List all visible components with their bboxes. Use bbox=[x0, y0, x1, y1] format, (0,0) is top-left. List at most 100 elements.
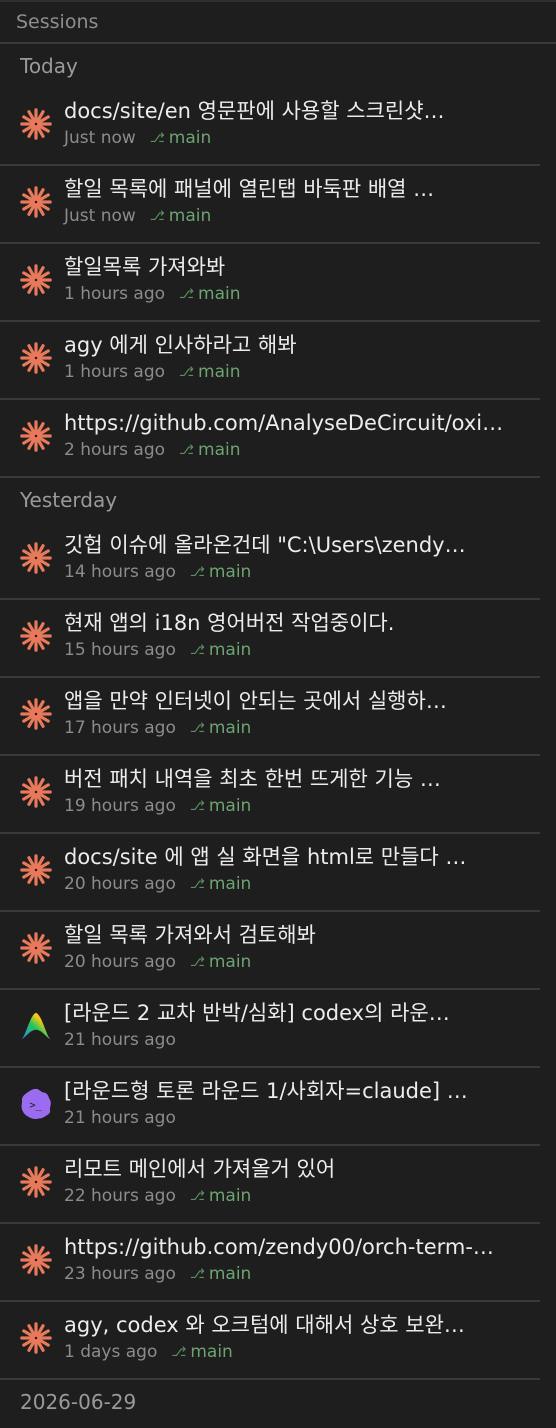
session-meta: 15 hours ago ⎇ main bbox=[64, 640, 251, 660]
branch-badge: ⎇ main bbox=[190, 1264, 251, 1284]
claude-icon bbox=[18, 184, 54, 220]
branch-name: main bbox=[208, 874, 252, 894]
git-branch-icon: ⎇ bbox=[189, 720, 205, 736]
branch-badge: ⎇ main bbox=[190, 796, 251, 816]
session-time: 19 hours ago bbox=[64, 796, 176, 816]
session-title: agy, codex 와 오크텀에 대해서 상호 보완… bbox=[64, 1313, 465, 1337]
claude-icon bbox=[18, 106, 54, 142]
session-item[interactable]: [라운드 2 교차 반박/심화] codex의 라운… 21 hours ago bbox=[0, 990, 540, 1068]
session-title: 버전 패치 내역을 최초 한번 뜨게한 기능 … bbox=[64, 767, 441, 791]
branch-badge: ⎇ main bbox=[150, 128, 211, 148]
claude-icon bbox=[18, 418, 54, 454]
session-time: 21 hours ago bbox=[64, 1030, 176, 1050]
session-title: 앱을 만약 인터넷이 안되는 곳에서 실행하… bbox=[64, 689, 447, 713]
branch-badge: ⎇ main bbox=[190, 562, 251, 582]
session-item[interactable]: >_ [라운드형 토론 라운드 1/사회자=claude] … 21 hours … bbox=[0, 1068, 540, 1146]
session-time: 14 hours ago bbox=[64, 562, 176, 582]
session-title: agy 에게 인사하라고 해봐 bbox=[64, 333, 297, 357]
claude-icon bbox=[18, 618, 54, 654]
branch-name: main bbox=[208, 796, 252, 816]
git-branch-icon: ⎇ bbox=[149, 130, 165, 146]
claude-icon bbox=[18, 852, 54, 888]
claude-icon bbox=[18, 340, 54, 376]
git-branch-icon: ⎇ bbox=[189, 954, 205, 970]
claude-icon bbox=[18, 262, 54, 298]
branch-name: main bbox=[208, 1264, 252, 1284]
git-branch-icon: ⎇ bbox=[189, 564, 205, 580]
session-item[interactable]: 리모트 메인에서 가져올거 있어 22 hours ago ⎇ main bbox=[0, 1146, 540, 1224]
session-item[interactable]: 할일 목록에 패널에 열린탭 바둑판 배열 … Just now ⎇ main bbox=[0, 166, 540, 244]
git-branch-icon: ⎇ bbox=[189, 876, 205, 892]
session-meta: 1 days ago ⎇ main bbox=[64, 1342, 233, 1362]
session-item[interactable]: agy, codex 와 오크텀에 대해서 상호 보완… 1 days ago ⎇ m… bbox=[0, 1302, 540, 1380]
session-meta: 14 hours ago ⎇ main bbox=[64, 562, 251, 582]
git-branch-icon: ⎇ bbox=[189, 798, 205, 814]
sessions-panel: Sessions Today docs/site/en 영문판에 사용할 스크린샷… bbox=[0, 0, 556, 1428]
session-meta: 17 hours ago ⎇ main bbox=[64, 718, 251, 738]
session-item[interactable]: 버전 패치 내역을 최초 한번 뜨게한 기능 … 19 hours ago ⎇ mai… bbox=[0, 756, 540, 834]
git-branch-icon: ⎇ bbox=[179, 286, 195, 302]
session-time: 1 hours ago bbox=[64, 284, 166, 304]
session-title: 할일목록 가져와봐 bbox=[64, 255, 226, 279]
session-item[interactable]: 할일목록 가져와봐 1 hours ago ⎇ main bbox=[0, 244, 540, 322]
session-title: [라운드 2 교차 반박/심화] codex의 라운… bbox=[64, 1001, 450, 1025]
session-meta: 23 hours ago ⎇ main bbox=[64, 1264, 251, 1284]
session-time: 1 hours ago bbox=[64, 362, 166, 382]
git-branch-icon: ⎇ bbox=[189, 1188, 205, 1204]
gemini-cli-icon: >_ bbox=[18, 1086, 54, 1122]
antigravity-icon bbox=[18, 1008, 54, 1044]
session-title: 깃헙 이슈에 올라온건데 "C:\Users\zendy… bbox=[64, 533, 466, 557]
claude-icon bbox=[18, 1242, 54, 1278]
session-time: 20 hours ago bbox=[64, 952, 176, 972]
session-time: 21 hours ago bbox=[64, 1108, 176, 1128]
session-item[interactable]: 할일 목록 가져와서 검토해봐 20 hours ago ⎇ main bbox=[0, 912, 540, 990]
session-item[interactable]: https://github.com/zendy00/orch-term-… 23… bbox=[0, 1224, 540, 1302]
session-item[interactable]: docs/site 에 앱 실 화면을 html로 만들다 … 20 hours … bbox=[0, 834, 540, 912]
session-time: 23 hours ago bbox=[64, 1264, 176, 1284]
session-meta: 20 hours ago ⎇ main bbox=[64, 874, 251, 894]
branch-name: main bbox=[208, 718, 252, 738]
session-title: [라운드형 토론 라운드 1/사회자=claude] … bbox=[64, 1079, 468, 1103]
group-label: Today bbox=[20, 54, 78, 78]
branch-badge: ⎇ main bbox=[190, 874, 251, 894]
branch-badge: ⎇ main bbox=[179, 362, 240, 382]
claude-icon bbox=[18, 930, 54, 966]
branch-badge: ⎇ main bbox=[190, 1186, 251, 1206]
session-title: https://github.com/AnalyseDeCircuit/oxi… bbox=[64, 411, 504, 435]
session-meta: 21 hours ago bbox=[64, 1030, 176, 1050]
panel-title: Sessions bbox=[0, 2, 556, 44]
session-title: 할일 목록에 패널에 열린탭 바둑판 배열 … bbox=[64, 177, 435, 201]
git-branch-icon: ⎇ bbox=[189, 1266, 205, 1282]
branch-badge: ⎇ main bbox=[190, 718, 251, 738]
svg-text:>_: >_ bbox=[29, 1100, 42, 1112]
session-item[interactable]: 앱을 만약 인터넷이 안되는 곳에서 실행하… 17 hours ago ⎇ main bbox=[0, 678, 540, 756]
branch-name: main bbox=[190, 1342, 233, 1362]
branch-badge: ⎇ main bbox=[190, 952, 251, 972]
git-branch-icon: ⎇ bbox=[189, 642, 205, 658]
session-meta: 19 hours ago ⎇ main bbox=[64, 796, 251, 816]
group-label: Yesterday bbox=[20, 488, 118, 512]
session-title: docs/site 에 앱 실 화면을 html로 만들다 … bbox=[64, 845, 467, 869]
session-title: docs/site/en 영문판에 사용할 스크린샷… bbox=[64, 99, 445, 123]
session-title: 리모트 메인에서 가져올거 있어 bbox=[64, 1157, 336, 1181]
session-time: 17 hours ago bbox=[64, 718, 176, 738]
session-title: 할일 목록 가져와서 검토해봐 bbox=[64, 923, 316, 947]
session-item[interactable]: agy 에게 인사하라고 해봐 1 hours ago ⎇ main bbox=[0, 322, 540, 400]
branch-badge: ⎇ main bbox=[150, 206, 211, 226]
session-item[interactable]: docs/site/en 영문판에 사용할 스크린샷… Just now ⎇ main bbox=[0, 88, 540, 166]
session-item[interactable]: https://github.com/AnalyseDeCircuit/oxi…… bbox=[0, 400, 540, 478]
session-time: 2 hours ago bbox=[64, 440, 166, 460]
session-item[interactable]: 현재 앱의 i18n 영어버전 작업중이다. 15 hours ago ⎇ main bbox=[0, 600, 540, 678]
session-time: 20 hours ago bbox=[64, 874, 176, 894]
claude-icon bbox=[18, 1164, 54, 1200]
branch-name: main bbox=[168, 206, 212, 226]
branch-name: main bbox=[208, 952, 252, 972]
session-time: 22 hours ago bbox=[64, 1186, 176, 1206]
git-branch-icon: ⎇ bbox=[179, 442, 195, 458]
branch-name: main bbox=[198, 284, 241, 304]
branch-name: main bbox=[208, 562, 252, 582]
session-item[interactable]: 깃헙 이슈에 올라온건데 "C:\Users\zendy… 14 hours ag… bbox=[0, 522, 540, 600]
git-branch-icon: ⎇ bbox=[149, 208, 165, 224]
git-branch-icon: ⎇ bbox=[171, 1344, 187, 1360]
session-meta: 1 hours ago ⎇ main bbox=[64, 362, 241, 382]
